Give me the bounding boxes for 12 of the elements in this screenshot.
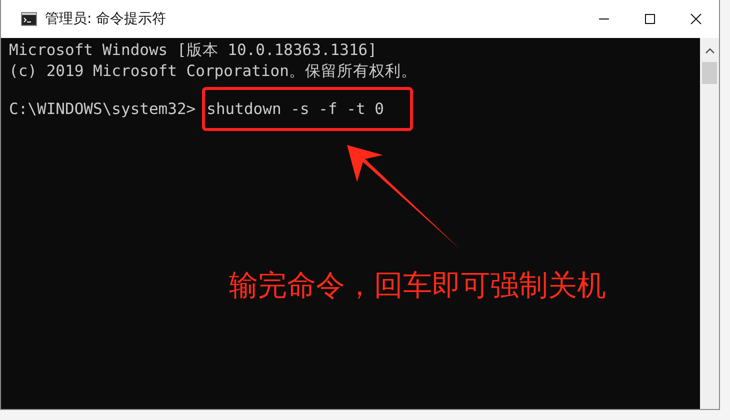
scroll-up-icon[interactable] — [704, 46, 716, 56]
annotation-text: 输完命令，回车即可强制关机 — [229, 267, 606, 304]
close-icon — [690, 13, 702, 25]
console-line: (c) 2019 Microsoft Corporation。保留所有权利。 — [9, 61, 418, 81]
maximize-icon — [644, 13, 656, 25]
window-title: 管理员: 命令提示符 — [45, 10, 166, 28]
terminal-icon — [21, 12, 37, 26]
typed-command: shutdown -s -f -t 0 — [202, 87, 413, 131]
console-line: Microsoft Windows [版本 10.0.18363.1316] — [9, 40, 378, 60]
scroll-thumb[interactable] — [702, 62, 717, 84]
scrollbar[interactable] — [700, 38, 719, 409]
command-prompt: C:\WINDOWS\system32> — [9, 100, 196, 118]
